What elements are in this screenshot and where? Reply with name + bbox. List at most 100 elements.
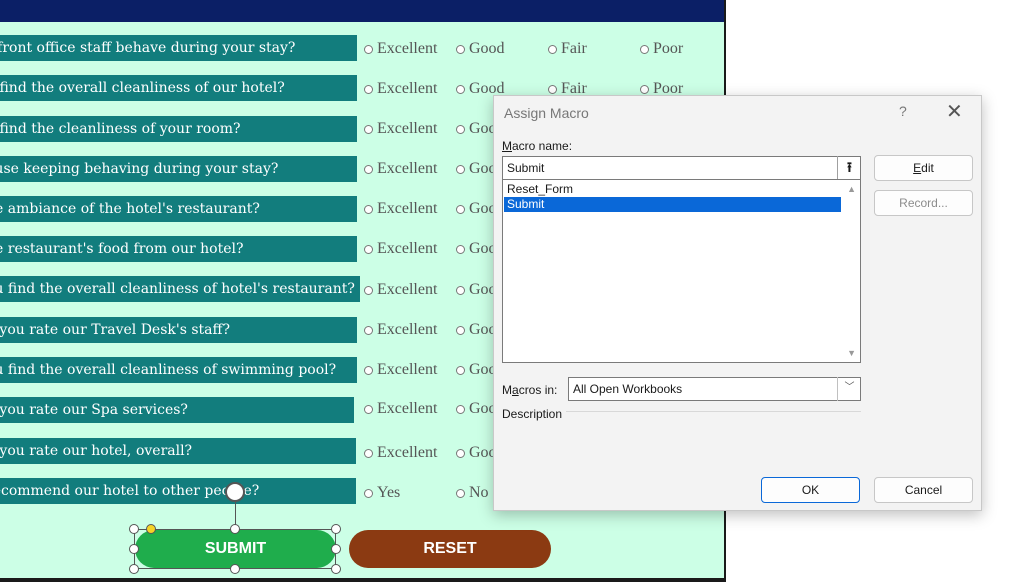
- radio-icon: [364, 365, 373, 375]
- radio-icon: [364, 124, 373, 134]
- radio-icon: [548, 84, 557, 94]
- question-4: ouse keeping behaving during your stay?: [0, 156, 357, 182]
- macro-list[interactable]: Reset_Form Submit ▲ ▼: [502, 179, 861, 363]
- option-excellent[interactable]: Excellent: [364, 120, 437, 138]
- resize-handle[interactable]: [331, 564, 341, 574]
- rotate-handle-icon[interactable]: [225, 482, 245, 502]
- option-good[interactable]: Goo: [456, 120, 497, 138]
- record-button[interactable]: Record...: [874, 190, 973, 216]
- resize-handle[interactable]: [230, 524, 240, 534]
- option-excellent[interactable]: Excellent: [364, 444, 437, 462]
- radio-icon: [364, 164, 373, 174]
- list-item[interactable]: Submit: [504, 197, 841, 212]
- question-7: ou find the overall cleanliness of hotel…: [0, 276, 360, 302]
- option-excellent[interactable]: Excellent: [364, 40, 437, 58]
- dialog-title: Assign Macro: [504, 105, 589, 121]
- option-good[interactable]: Goo: [456, 200, 497, 218]
- radio-icon: [364, 244, 373, 254]
- radio-icon: [640, 44, 649, 54]
- option-good[interactable]: Goo: [456, 281, 497, 299]
- scroll-down-icon[interactable]: ▼: [847, 348, 856, 358]
- question-2: u find the overall cleanliness of our ho…: [0, 75, 357, 101]
- radio-icon: [456, 124, 465, 134]
- radio-icon: [456, 204, 465, 214]
- collapse-dialog-icon[interactable]: ⭱: [837, 156, 861, 180]
- form-header-bar: [0, 0, 724, 22]
- resize-handle[interactable]: [331, 544, 341, 554]
- radio-icon: [456, 365, 465, 375]
- radio-icon: [364, 448, 373, 458]
- radio-icon: [456, 488, 465, 498]
- question-9: ou find the overall cleanliness of swimm…: [0, 357, 357, 383]
- resize-handle[interactable]: [129, 544, 139, 554]
- radio-icon: [548, 44, 557, 54]
- macros-in-select[interactable]: All Open Workbooks: [568, 377, 861, 401]
- option-fair[interactable]: Fair: [548, 40, 587, 58]
- ok-button[interactable]: OK: [761, 477, 860, 503]
- radio-icon: [456, 285, 465, 295]
- radio-icon: [456, 84, 465, 94]
- radio-icon: [456, 448, 465, 458]
- chevron-down-icon[interactable]: ﹀: [837, 377, 861, 401]
- radio-icon: [364, 404, 373, 414]
- question-10: d you rate our Spa services?: [0, 397, 354, 423]
- close-icon[interactable]: ✕: [946, 99, 963, 124]
- radio-icon: [640, 84, 649, 94]
- scroll-up-icon[interactable]: ▲: [847, 184, 856, 194]
- option-yes[interactable]: Yes: [364, 484, 400, 502]
- option-good[interactable]: Goo: [456, 160, 497, 178]
- resize-handle[interactable]: [129, 524, 139, 534]
- radio-icon: [456, 325, 465, 335]
- adjust-handle[interactable]: [146, 524, 156, 534]
- question-3: u find the cleanliness of your room?: [0, 116, 357, 142]
- radio-icon: [364, 84, 373, 94]
- radio-icon: [364, 285, 373, 295]
- resize-handle[interactable]: [331, 524, 341, 534]
- radio-icon: [364, 44, 373, 54]
- option-excellent[interactable]: Excellent: [364, 361, 437, 379]
- option-poor[interactable]: Poor: [640, 40, 683, 58]
- radio-icon: [456, 164, 465, 174]
- option-excellent[interactable]: Excellent: [364, 240, 437, 258]
- option-excellent[interactable]: Excellent: [364, 200, 437, 218]
- macro-name-input[interactable]: Submit: [502, 156, 861, 180]
- description-label: Description: [502, 407, 563, 421]
- question-6: he restaurant's food from our hotel?: [0, 236, 357, 262]
- submit-button[interactable]: SUBMIT: [135, 530, 336, 568]
- option-good[interactable]: Goo: [456, 321, 497, 339]
- question-5: he ambiance of the hotel's restaurant?: [0, 196, 357, 222]
- resize-handle[interactable]: [230, 564, 240, 574]
- radio-icon: [364, 325, 373, 335]
- option-good[interactable]: Goo: [456, 240, 497, 258]
- radio-icon: [364, 204, 373, 214]
- edit-button[interactable]: Edit: [874, 155, 973, 181]
- list-item[interactable]: Reset_Form: [504, 182, 841, 197]
- option-excellent[interactable]: Excellent: [364, 281, 437, 299]
- radio-icon: [364, 488, 373, 498]
- radio-icon: [456, 244, 465, 254]
- option-no[interactable]: No: [456, 484, 489, 502]
- macro-name-label: Macro name:: [502, 139, 573, 153]
- reset-button[interactable]: RESET: [349, 530, 551, 568]
- option-good[interactable]: Goo: [456, 444, 497, 462]
- question-8: d you rate our Travel Desk's staff?: [0, 317, 357, 343]
- question-12: recommend our hotel to other people?: [0, 478, 356, 504]
- radio-icon: [456, 404, 465, 414]
- help-icon[interactable]: ?: [899, 103, 907, 119]
- option-excellent[interactable]: Excellent: [364, 80, 437, 98]
- option-good[interactable]: Good: [456, 40, 505, 58]
- question-1: r front office staff behave during your …: [0, 35, 357, 61]
- option-good[interactable]: Goo: [456, 400, 497, 418]
- macros-in-label: Macros in:: [502, 383, 558, 397]
- cancel-button[interactable]: Cancel: [874, 477, 973, 503]
- option-good[interactable]: Goo: [456, 361, 497, 379]
- option-excellent[interactable]: Excellent: [364, 321, 437, 339]
- resize-handle[interactable]: [129, 564, 139, 574]
- assign-macro-dialog: Assign Macro ? ✕ Macro name: Submit ⭱ Re…: [493, 95, 982, 511]
- question-11: d you rate our hotel, overall?: [0, 438, 356, 464]
- option-excellent[interactable]: Excellent: [364, 400, 437, 418]
- description-divider: [566, 411, 861, 412]
- option-excellent[interactable]: Excellent: [364, 160, 437, 178]
- sheet-bottom-border: [0, 578, 724, 582]
- radio-icon: [456, 44, 465, 54]
